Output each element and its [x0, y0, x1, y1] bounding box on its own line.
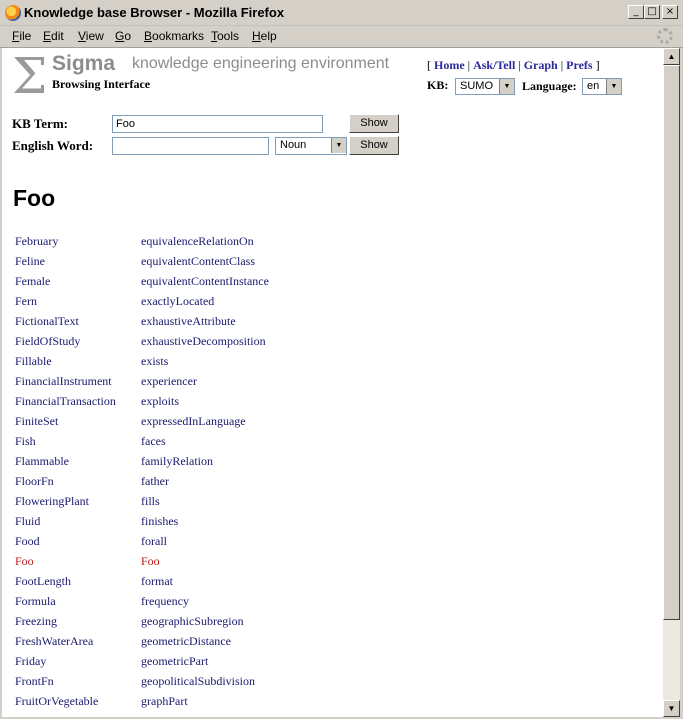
- term-link-right[interactable]: exactlyLocated: [141, 294, 214, 309]
- term-link-right[interactable]: Foo: [141, 554, 160, 569]
- close-button[interactable]: ×: [662, 5, 678, 19]
- menu-bar: File Edit View Go Bookmarks Tools Help: [0, 26, 683, 48]
- term-link-left[interactable]: FictionalText: [15, 314, 79, 329]
- scroll-up-icon[interactable]: ▲: [663, 48, 680, 65]
- english-word-label: English Word:: [12, 138, 94, 153]
- term-link-left[interactable]: FieldOfStudy: [15, 334, 80, 349]
- nav-graph-link[interactable]: Graph: [524, 58, 558, 72]
- term-link-right[interactable]: geometricDistance: [141, 634, 231, 649]
- term-link-right[interactable]: exhaustiveDecomposition: [141, 334, 266, 349]
- term-link-left[interactable]: FruitOrVegetable: [15, 694, 98, 709]
- term-link-right[interactable]: experiencer: [141, 374, 197, 389]
- term-link-right[interactable]: finishes: [141, 514, 178, 529]
- term-link-right[interactable]: geographicSubregion: [141, 614, 244, 629]
- page-title: Foo: [13, 185, 56, 211]
- nav-asktell-link[interactable]: Ask/Tell: [473, 58, 515, 72]
- language-select[interactable]: en ▼: [582, 78, 622, 95]
- firefox-icon: [5, 5, 21, 21]
- kb-term-label: KB Term:: [12, 116, 68, 131]
- term-link-left[interactable]: Fish: [15, 434, 36, 449]
- menu-file[interactable]: File: [12, 29, 31, 43]
- sigma-name: Sigma: [52, 52, 116, 75]
- term-link-left[interactable]: Feline: [15, 254, 45, 269]
- language-label: Language:: [522, 79, 577, 93]
- page-content: Σ Sigma knowledge engineering environmen…: [2, 48, 663, 717]
- kb-term-show-button[interactable]: Show: [349, 114, 399, 133]
- term-link-left[interactable]: Food: [15, 534, 40, 549]
- scrollbar-thumb[interactable]: [663, 65, 680, 620]
- window-title: Knowledge base Browser - Mozilla Firefox: [24, 5, 285, 20]
- term-link-right[interactable]: forall: [141, 534, 167, 549]
- kb-select-value: SUMO: [460, 80, 493, 92]
- term-link-right[interactable]: equivalentContentInstance: [141, 274, 269, 289]
- title-bar: Knowledge base Browser - Mozilla Firefox…: [0, 0, 683, 26]
- term-link-left[interactable]: Foo: [15, 554, 34, 569]
- term-link-right[interactable]: father: [141, 474, 169, 489]
- term-link-right[interactable]: exploits: [141, 394, 179, 409]
- dropdown-arrow-icon: ▼: [499, 79, 514, 94]
- term-link-left[interactable]: Fern: [15, 294, 37, 309]
- kb-term-input[interactable]: Foo: [112, 115, 323, 133]
- term-link-right[interactable]: familyRelation: [141, 454, 213, 469]
- dropdown-arrow-icon: ▼: [331, 138, 346, 153]
- term-link-right[interactable]: geopoliticalSubdivision: [141, 674, 255, 689]
- term-link-right[interactable]: exists: [141, 354, 168, 369]
- term-link-right[interactable]: graphPart: [141, 694, 188, 709]
- english-word-show-button[interactable]: Show: [349, 136, 399, 155]
- term-link-left[interactable]: FinancialTransaction: [15, 394, 116, 409]
- term-link-right[interactable]: expressedInLanguage: [141, 414, 246, 429]
- term-link-left[interactable]: FootLength: [15, 574, 71, 589]
- term-link-left[interactable]: Fluid: [15, 514, 40, 529]
- scroll-down-icon[interactable]: ▼: [663, 700, 680, 717]
- term-link-left[interactable]: Formula: [15, 594, 56, 609]
- part-of-speech-select[interactable]: Noun ▼: [275, 137, 347, 155]
- term-link-right[interactable]: equivalentContentClass: [141, 254, 255, 269]
- menu-help[interactable]: Help: [252, 29, 277, 43]
- term-link-right[interactable]: geometricPart: [141, 654, 208, 669]
- term-link-left[interactable]: Fillable: [15, 354, 52, 369]
- term-link-right[interactable]: format: [141, 574, 173, 589]
- menu-tools[interactable]: Tools: [211, 29, 239, 43]
- minimize-button[interactable]: _: [628, 5, 644, 19]
- sigma-tagline: knowledge engineering environment: [132, 55, 390, 72]
- term-link-left[interactable]: FloweringPlant: [15, 494, 89, 509]
- menu-view[interactable]: View: [78, 29, 104, 43]
- menu-go[interactable]: Go: [115, 29, 131, 43]
- vertical-scrollbar[interactable]: ▲ ▼: [663, 48, 680, 717]
- term-link-right[interactable]: fills: [141, 494, 160, 509]
- browser-window: Knowledge base Browser - Mozilla Firefox…: [0, 0, 683, 719]
- sigma-logo-icon: Σ: [12, 48, 48, 105]
- menu-edit[interactable]: Edit: [43, 29, 64, 43]
- term-link-right[interactable]: exhaustiveAttribute: [141, 314, 236, 329]
- kb-language-row: KB:: [427, 78, 448, 93]
- term-link-right[interactable]: frequency: [141, 594, 189, 609]
- term-link-left[interactable]: February: [15, 234, 58, 249]
- term-link-right[interactable]: faces: [141, 434, 166, 449]
- term-link-left[interactable]: Female: [15, 274, 50, 289]
- part-of-speech-value: Noun: [280, 139, 307, 151]
- term-link-left[interactable]: FloorFn: [15, 474, 54, 489]
- language-select-value: en: [587, 80, 600, 92]
- term-link-left[interactable]: FreshWaterArea: [15, 634, 93, 649]
- term-link-left[interactable]: FinancialInstrument: [15, 374, 112, 389]
- term-link-left[interactable]: Freezing: [15, 614, 57, 629]
- maximize-button[interactable]: □: [644, 5, 660, 19]
- menu-bookmarks[interactable]: Bookmarks: [144, 29, 204, 43]
- term-link-right[interactable]: equivalenceRelationOn: [141, 234, 254, 249]
- page-subtitle: Browsing Interface: [52, 77, 151, 91]
- kb-label: KB:: [427, 78, 449, 92]
- term-link-left[interactable]: Flammable: [15, 454, 69, 469]
- term-link-left[interactable]: FrontFn: [15, 674, 54, 689]
- english-word-input[interactable]: [112, 137, 269, 155]
- dropdown-arrow-icon: ▼: [606, 79, 621, 94]
- term-link-left[interactable]: FiniteSet: [15, 414, 58, 429]
- kb-select[interactable]: SUMO ▼: [455, 78, 515, 95]
- nav-home-link[interactable]: Home: [434, 58, 465, 72]
- nav-prefs-link[interactable]: Prefs: [566, 58, 592, 72]
- throbber-icon: [657, 28, 673, 44]
- term-link-left[interactable]: Friday: [15, 654, 46, 669]
- nav-links: [Home | Ask/Tell | Graph | Prefs]: [427, 58, 600, 72]
